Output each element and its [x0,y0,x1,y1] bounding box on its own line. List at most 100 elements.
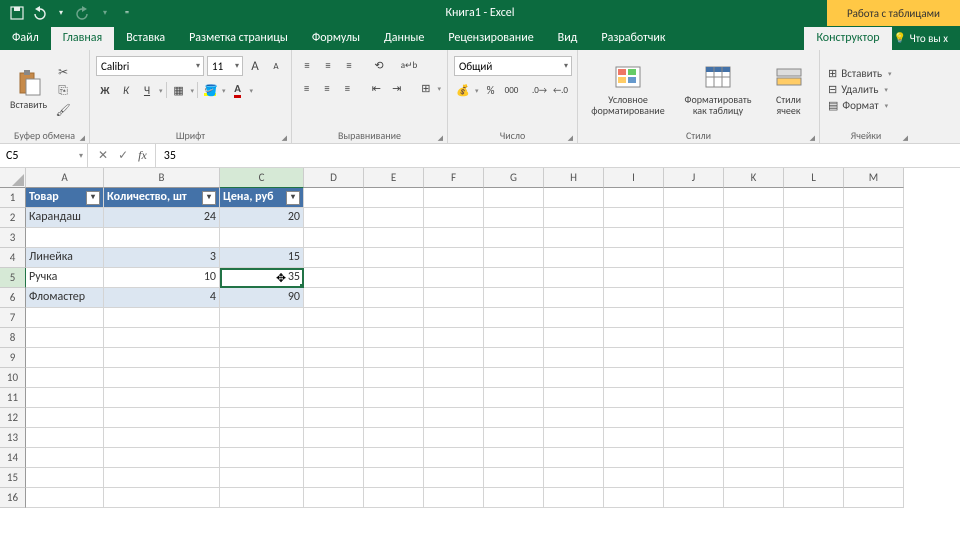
cell-empty[interactable] [844,448,904,468]
cell-empty[interactable] [364,468,424,488]
cell[interactable] [26,468,104,488]
tab-layout[interactable]: Разметка страницы [177,27,300,50]
cell-empty[interactable] [724,208,784,228]
cell-empty[interactable] [424,408,484,428]
cell[interactable] [220,408,304,428]
cell-empty[interactable] [664,248,724,268]
cell-empty[interactable] [724,188,784,208]
cell-empty[interactable] [544,408,604,428]
cell-empty[interactable] [484,408,544,428]
col-header-G[interactable]: G [484,168,544,188]
cell[interactable] [220,488,304,508]
cell-empty[interactable] [484,468,544,488]
cell-empty[interactable] [784,188,844,208]
col-header-J[interactable]: J [664,168,724,188]
cell-empty[interactable] [364,408,424,428]
copy-icon[interactable]: ⎘ [55,83,71,99]
cell-empty[interactable] [844,228,904,248]
row-header[interactable]: 7 [0,308,26,328]
cell-empty[interactable] [724,468,784,488]
cell-empty[interactable] [844,288,904,308]
cell-empty[interactable] [724,348,784,368]
cell[interactable] [26,488,104,508]
increase-decimal-button[interactable]: .0→ [531,81,549,99]
cell-empty[interactable] [424,308,484,328]
cell[interactable] [26,308,104,328]
cell-empty[interactable] [604,408,664,428]
font-name-select[interactable]: Calibri [96,56,204,76]
cell-empty[interactable] [484,208,544,228]
cell-empty[interactable] [424,288,484,308]
cell-empty[interactable] [724,248,784,268]
col-header-D[interactable]: D [304,168,364,188]
cell-empty[interactable] [664,408,724,428]
row-header[interactable]: 9 [0,348,26,368]
accounting-dropdown-icon[interactable]: ▾ [475,86,479,95]
cell-empty[interactable] [544,268,604,288]
cell-empty[interactable] [664,348,724,368]
cell[interactable] [104,428,220,448]
cell-empty[interactable] [364,428,424,448]
wrap-text-button[interactable]: a↵b [400,56,418,74]
cell-empty[interactable] [304,188,364,208]
cell-empty[interactable] [544,468,604,488]
cell-empty[interactable] [424,448,484,468]
cell-empty[interactable] [424,268,484,288]
cell-empty[interactable] [544,428,604,448]
cell[interactable] [220,368,304,388]
cell-empty[interactable] [844,188,904,208]
cell-empty[interactable] [784,308,844,328]
formula-enter-button[interactable]: ✓ [118,148,128,163]
cell-empty[interactable] [604,428,664,448]
cell-empty[interactable] [304,428,364,448]
cell-empty[interactable] [544,308,604,328]
merge-dropdown-icon[interactable]: ▾ [437,84,441,93]
cell-empty[interactable] [364,368,424,388]
cell[interactable]: 35✥ [220,268,304,288]
cell-empty[interactable] [364,228,424,248]
merge-button[interactable]: ⊞ [417,79,434,97]
cell[interactable] [104,368,220,388]
row-header[interactable]: 10 [0,368,26,388]
cell-empty[interactable] [784,208,844,228]
table-header[interactable]: Количество, шт▾ [104,188,220,208]
cell-empty[interactable] [304,488,364,508]
cell-empty[interactable] [424,428,484,448]
cell-empty[interactable] [604,248,664,268]
cell-empty[interactable] [844,488,904,508]
cell-empty[interactable] [304,308,364,328]
cell-empty[interactable] [664,228,724,248]
cell-empty[interactable] [424,328,484,348]
cell-empty[interactable] [784,488,844,508]
cell-empty[interactable] [484,368,544,388]
format-painter-icon[interactable]: 🖌 [55,102,71,118]
cell-empty[interactable] [844,468,904,488]
cell[interactable] [220,388,304,408]
cell[interactable]: Фломастер [26,288,104,308]
cell[interactable]: 15 [220,248,304,268]
cell-empty[interactable] [604,208,664,228]
col-header-E[interactable]: E [364,168,424,188]
border-dropdown-icon[interactable]: ▾ [191,86,195,95]
cell[interactable]: Линейка [26,248,104,268]
table-tools-tab[interactable]: Работа с таблицами [827,0,960,26]
orientation-button[interactable]: ⟲ [370,56,388,74]
row-header[interactable]: 8 [0,328,26,348]
select-all-corner[interactable] [0,168,26,188]
cell-empty[interactable] [784,368,844,388]
number-format-select[interactable]: Общий [454,56,572,76]
cell-empty[interactable] [364,388,424,408]
cell-empty[interactable] [784,328,844,348]
cell[interactable] [220,448,304,468]
undo-icon[interactable] [32,6,46,20]
tab-developer[interactable]: Разработчик [589,27,677,50]
cell-empty[interactable] [544,448,604,468]
cell-empty[interactable] [844,268,904,288]
font-size-select[interactable]: 11 [207,56,243,76]
table-header[interactable]: Цена, руб▾ [220,188,304,208]
cell-empty[interactable] [484,268,544,288]
cell-empty[interactable] [424,248,484,268]
col-header-F[interactable]: F [424,168,484,188]
cell-empty[interactable] [664,188,724,208]
cell-empty[interactable] [304,328,364,348]
